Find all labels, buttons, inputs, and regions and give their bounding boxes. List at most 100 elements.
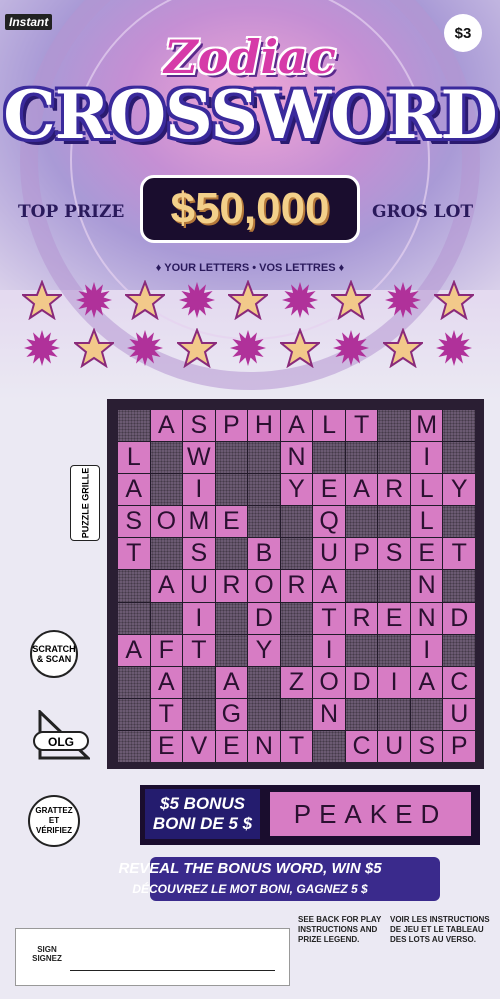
grid-cell: D <box>345 666 378 698</box>
sun-icon[interactable] <box>177 280 217 320</box>
grid-cell: G <box>215 698 248 730</box>
grid-cell: H <box>248 410 280 442</box>
grid-cell: P <box>215 410 248 442</box>
grid-cell: Q <box>313 506 345 538</box>
grid-cell: Z <box>280 666 313 698</box>
grid-cell <box>118 698 150 730</box>
star-icon[interactable] <box>277 327 322 369</box>
star-icon[interactable] <box>432 279 476 321</box>
grid-cell: N <box>313 698 345 730</box>
grid-cell <box>345 506 378 538</box>
grid-cell <box>150 474 183 506</box>
grid-cell <box>345 442 378 474</box>
grid-cell: O <box>313 666 345 698</box>
grid-cell: S <box>410 730 443 762</box>
star-icon[interactable] <box>20 279 64 321</box>
sun-icon[interactable] <box>434 328 474 368</box>
grid-cell: E <box>378 602 410 634</box>
grid-cell <box>378 698 410 730</box>
grid-cell: C <box>443 666 475 698</box>
grid-cell: A <box>118 634 150 666</box>
bonus-label-en: $5 BONUS <box>159 794 246 813</box>
grid-cell: A <box>215 666 248 698</box>
crossword-grid[interactable]: ASPHALTMLWNIAIYEARLYSOMEQLTSBUPSETAURORA… <box>118 410 475 762</box>
sun-icon[interactable] <box>383 280 423 320</box>
sun-icon[interactable] <box>228 328 268 368</box>
sun-icon[interactable] <box>125 328 165 368</box>
grid-cell: N <box>410 570 443 602</box>
grid-cell: P <box>345 538 378 570</box>
grid-cell <box>215 474 248 506</box>
grid-cell <box>215 634 248 666</box>
grid-cell <box>280 602 313 634</box>
grid-cell <box>118 410 150 442</box>
sun-icon[interactable] <box>22 328 62 368</box>
grid-cell <box>248 474 280 506</box>
grid-cell: N <box>280 442 313 474</box>
grid-cell: Y <box>280 474 313 506</box>
grid-cell: R <box>215 570 248 602</box>
grid-cell: E <box>215 506 248 538</box>
grid-cell <box>345 634 378 666</box>
star-icon[interactable] <box>226 279 270 321</box>
grid-cell <box>215 442 248 474</box>
grid-cell <box>183 698 215 730</box>
scratch-scan-icon: SCRATCH & SCAN <box>30 630 78 678</box>
puzzle-grille-label: PUZZLE GRILLE <box>70 465 100 541</box>
top-prize-box: $50,000 <box>140 175 360 243</box>
star-icon[interactable] <box>380 327 425 369</box>
grid-cell: S <box>183 538 215 570</box>
grid-cell: R <box>280 570 313 602</box>
grid-cell: L <box>410 474 443 506</box>
grid-cell: I <box>378 666 410 698</box>
grid-cell <box>280 506 313 538</box>
grid-cell: D <box>248 602 280 634</box>
star-icon[interactable] <box>123 279 167 321</box>
grid-cell <box>248 666 280 698</box>
grid-cell: T <box>313 602 345 634</box>
grid-cell: Y <box>248 634 280 666</box>
grid-cell <box>118 602 150 634</box>
grid-cell <box>378 442 410 474</box>
grid-cell <box>150 538 183 570</box>
grid-cell <box>280 634 313 666</box>
grid-cell: A <box>150 666 183 698</box>
sun-icon[interactable] <box>280 280 320 320</box>
grid-cell: A <box>313 570 345 602</box>
grid-cell: L <box>410 506 443 538</box>
bonus-word-box[interactable]: PEAKED <box>268 790 473 838</box>
grid-cell <box>443 506 475 538</box>
grid-cell: A <box>150 570 183 602</box>
signature-line <box>70 970 275 971</box>
grid-cell: A <box>150 410 183 442</box>
grid-cell: A <box>280 410 313 442</box>
bonus-label-fr: BONI DE 5 $ <box>152 814 253 833</box>
grid-cell <box>183 666 215 698</box>
grid-cell <box>248 506 280 538</box>
bonus-label: $5 BONUS BONI DE 5 $ <box>145 789 260 839</box>
grid-cell <box>150 602 183 634</box>
grid-cell <box>280 698 313 730</box>
grid-cell <box>345 698 378 730</box>
sun-icon[interactable] <box>74 280 114 320</box>
grid-cell <box>118 666 150 698</box>
star-icon[interactable] <box>71 327 116 369</box>
grid-cell: A <box>345 474 378 506</box>
grid-cell: N <box>248 730 280 762</box>
grattez-text: GRATTEZ ET VÉRIFIEZ <box>35 806 73 835</box>
grid-cell: W <box>183 442 215 474</box>
grid-cell: T <box>150 698 183 730</box>
star-icon[interactable] <box>174 327 219 369</box>
grid-cell: I <box>183 474 215 506</box>
top-prize-label: TOP PRIZE <box>18 202 125 222</box>
grid-cell: U <box>378 730 410 762</box>
grid-cell <box>378 570 410 602</box>
grid-cell: D <box>443 602 475 634</box>
star-icon[interactable] <box>329 279 373 321</box>
voir-text: VOIR LES INSTRUCTIONS DE JEU ET LE TABLE… <box>390 915 490 944</box>
grid-cell <box>313 730 345 762</box>
grid-cell <box>378 634 410 666</box>
grid-cell: F <box>150 634 183 666</box>
grid-cell: L <box>313 410 345 442</box>
sun-icon[interactable] <box>331 328 371 368</box>
